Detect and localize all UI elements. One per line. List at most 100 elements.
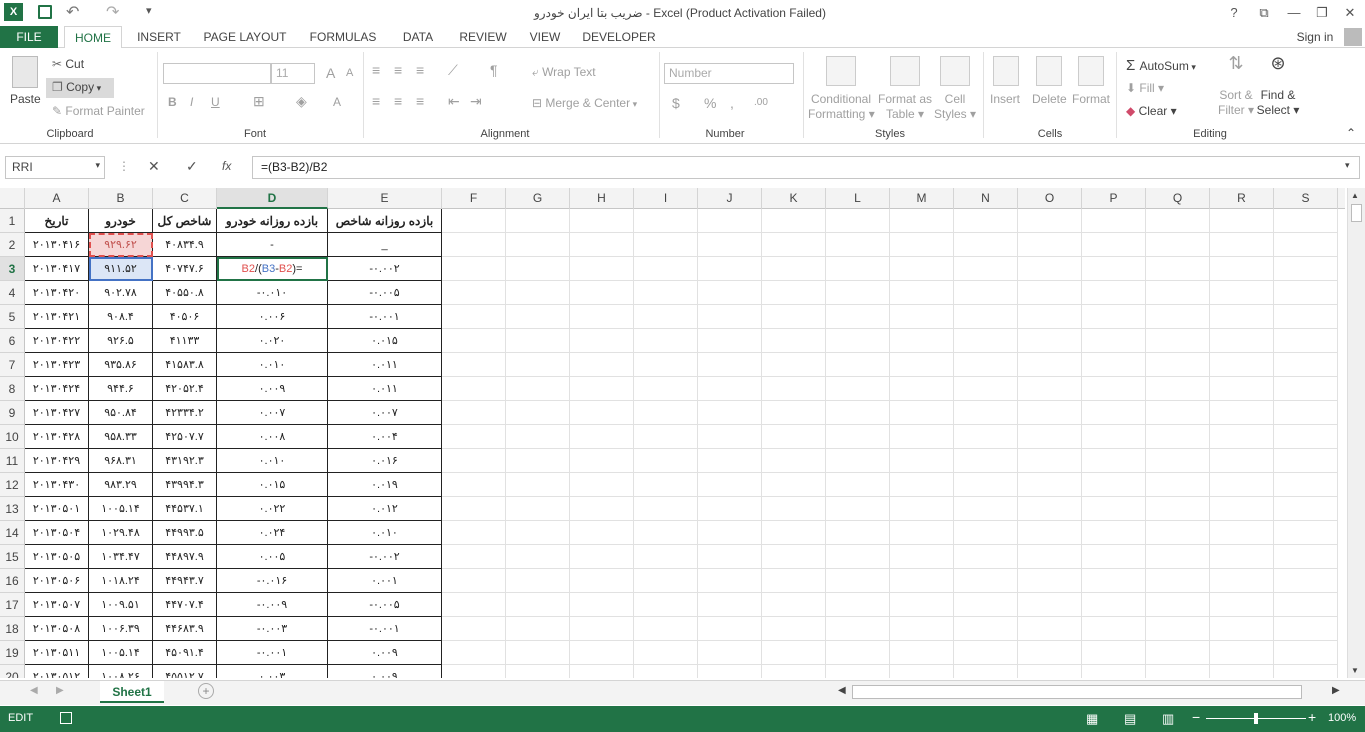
header-cell-d[interactable]: بازده روزانه خودرو bbox=[217, 209, 328, 233]
find-select-button[interactable]: ⊛ Find & Select ▾ bbox=[1256, 54, 1300, 118]
paste-icon[interactable] bbox=[12, 56, 38, 88]
grow-font-button[interactable]: A bbox=[326, 65, 335, 81]
cell-c11[interactable]: ۴۳۱۹۲.۳ bbox=[153, 449, 217, 473]
cell-b11[interactable]: ۹۶۸.۳۱ bbox=[89, 449, 153, 473]
cell-b4[interactable]: ۹۰۲.۷۸ bbox=[89, 281, 153, 305]
cell-e5[interactable]: -۰.۰۰۱ bbox=[328, 305, 442, 329]
cell-e8[interactable]: ۰.۰۱۱ bbox=[328, 377, 442, 401]
cell-b18[interactable]: ۱۰۰۶.۳۹ bbox=[89, 617, 153, 641]
header-cell-a[interactable]: تاریخ bbox=[25, 209, 89, 233]
shrink-font-button[interactable]: A bbox=[346, 67, 353, 79]
cell-a16[interactable]: ۲۰۱۳۰۵۰۶ bbox=[25, 569, 89, 593]
insert-function-icon[interactable]: fx bbox=[222, 159, 231, 173]
undo-icon[interactable]: ↶ bbox=[66, 2, 79, 22]
tab-file[interactable]: FILE bbox=[0, 26, 58, 48]
cell-e16[interactable]: ۰.۰۰۱ bbox=[328, 569, 442, 593]
cell-c3[interactable]: ۴۰۷۴۷.۶ bbox=[153, 257, 217, 281]
cell-b6[interactable]: ۹۲۶.۵ bbox=[89, 329, 153, 353]
cell-a8[interactable]: ۲۰۱۳۰۴۲۴ bbox=[25, 377, 89, 401]
cell-c13[interactable]: ۴۴۵۳۷.۱ bbox=[153, 497, 217, 521]
cell-d7[interactable]: ۰.۰۱۰ bbox=[217, 353, 328, 377]
cell-b3[interactable]: ۹۱۱.۵۲ bbox=[89, 257, 153, 281]
cell-b9[interactable]: ۹۵۰.۸۴ bbox=[89, 401, 153, 425]
sheet-tab-sheet1[interactable]: Sheet1 bbox=[100, 681, 164, 703]
format-as-table-button[interactable]: Format as Table ▾ bbox=[876, 92, 934, 122]
cell-c15[interactable]: ۴۴۸۹۷.۹ bbox=[153, 545, 217, 569]
header-cell-c[interactable]: شاخص کل bbox=[153, 209, 217, 233]
cell-d15[interactable]: ۰.۰۰۵ bbox=[217, 545, 328, 569]
cell-e17[interactable]: -۰.۰۰۵ bbox=[328, 593, 442, 617]
delete-cells-icon[interactable] bbox=[1036, 56, 1062, 86]
cell-d12[interactable]: ۰.۰۱۵ bbox=[217, 473, 328, 497]
format-as-table-icon[interactable] bbox=[890, 56, 920, 86]
cell-a19[interactable]: ۲۰۱۳۰۵۱۱ bbox=[25, 641, 89, 665]
cell-b5[interactable]: ۹۰۸.۴ bbox=[89, 305, 153, 329]
cell-a13[interactable]: ۲۰۱۳۰۵۰۱ bbox=[25, 497, 89, 521]
cell-d19[interactable]: -۰.۰۰۱ bbox=[217, 641, 328, 665]
row-header-8[interactable]: 8 bbox=[0, 377, 25, 401]
cell-e18[interactable]: -۰.۰۰۱ bbox=[328, 617, 442, 641]
scroll-thumb[interactable] bbox=[1351, 204, 1362, 222]
normal-view-icon[interactable]: ▦ bbox=[1086, 711, 1098, 727]
cell-a3[interactable]: ۲۰۱۳۰۴۱۷ bbox=[25, 257, 89, 281]
paste-button[interactable]: Paste bbox=[10, 92, 41, 106]
collapse-ribbon-icon[interactable]: ⌃ bbox=[1346, 126, 1356, 140]
cell-c4[interactable]: ۴۰۵۵۰.۸ bbox=[153, 281, 217, 305]
cell-d5[interactable]: ۰.۰۰۶ bbox=[217, 305, 328, 329]
cell-e13[interactable]: ۰.۰۱۲ bbox=[328, 497, 442, 521]
vertical-scrollbar[interactable]: ▲ ▼ bbox=[1347, 188, 1365, 678]
decimal-button[interactable]: .00 bbox=[754, 97, 768, 108]
enter-icon[interactable]: ✓ bbox=[186, 158, 198, 175]
row-header-16[interactable]: 16 bbox=[0, 569, 25, 593]
cell-a11[interactable]: ۲۰۱۳۰۴۲۹ bbox=[25, 449, 89, 473]
cell-d4[interactable]: -۰.۰۱۰ bbox=[217, 281, 328, 305]
tab-home[interactable]: HOME bbox=[64, 26, 122, 49]
close-icon[interactable]: ✕ bbox=[1338, 3, 1362, 23]
macro-record-icon[interactable] bbox=[60, 712, 72, 724]
row-header-10[interactable]: 10 bbox=[0, 425, 25, 449]
align-top-icon[interactable]: ≡ bbox=[372, 62, 380, 78]
cell-c5[interactable]: ۴۰۵۰۶ bbox=[153, 305, 217, 329]
cell-b2[interactable]: ۹۲۹.۶۲ bbox=[89, 233, 153, 257]
cell-d18[interactable]: -۰.۰۰۳ bbox=[217, 617, 328, 641]
zoom-out-icon[interactable]: − bbox=[1192, 709, 1200, 725]
worksheet-grid[interactable]: ABCDEFGHIJKLMNOPQRS 1 2 3 4 5 6 7 8 9 10 11 12 13 14 1… bbox=[0, 188, 1345, 678]
row-header-15[interactable]: 15 bbox=[0, 545, 25, 569]
scroll-down-icon[interactable]: ▼ bbox=[1351, 666, 1359, 675]
cell-d8[interactable]: ۰.۰۰۹ bbox=[217, 377, 328, 401]
minimize-icon[interactable]: — bbox=[1282, 3, 1306, 23]
row-header-13[interactable]: 13 bbox=[0, 497, 25, 521]
cell-d9[interactable]: ۰.۰۰۷ bbox=[217, 401, 328, 425]
cell-b17[interactable]: ۱۰۰۹.۵۱ bbox=[89, 593, 153, 617]
cell-b7[interactable]: ۹۳۵.۸۶ bbox=[89, 353, 153, 377]
cell-a14[interactable]: ۲۰۱۳۰۵۰۴ bbox=[25, 521, 89, 545]
row-header-1[interactable]: 1 bbox=[0, 209, 25, 233]
cell-a12[interactable]: ۲۰۱۳۰۴۳۰ bbox=[25, 473, 89, 497]
cell-a20[interactable]: ۲۰۱۳۰۵۱۲ bbox=[25, 665, 89, 678]
cell-a6[interactable]: ۲۰۱۳۰۴۲۲ bbox=[25, 329, 89, 353]
align-left-icon[interactable]: ≡ bbox=[372, 93, 380, 109]
borders-icon[interactable]: ⊞ bbox=[253, 93, 265, 110]
cell-e14[interactable]: ۰.۰۱۰ bbox=[328, 521, 442, 545]
insert-cells-button[interactable]: Insert bbox=[990, 92, 1020, 106]
cell-b20[interactable]: ۱۰۰۸.۲۶ bbox=[89, 665, 153, 678]
zoom-thumb[interactable] bbox=[1254, 713, 1258, 724]
cell-c6[interactable]: ۴۱۱۳۳ bbox=[153, 329, 217, 353]
cell-e2[interactable]: _ bbox=[328, 233, 442, 257]
cell-e7[interactable]: ۰.۰۱۱ bbox=[328, 353, 442, 377]
cell-e12[interactable]: ۰.۰۱۹ bbox=[328, 473, 442, 497]
italic-button[interactable]: I bbox=[190, 95, 193, 109]
currency-button[interactable]: $ bbox=[672, 95, 680, 111]
cell-b12[interactable]: ۹۸۳.۲۹ bbox=[89, 473, 153, 497]
merge-center-button[interactable]: ⊟ Merge & Center ▾ bbox=[532, 96, 637, 110]
hscroll-right-icon[interactable]: ▶ bbox=[1332, 685, 1340, 696]
align-center-icon[interactable]: ≡ bbox=[394, 93, 402, 109]
cell-a5[interactable]: ۲۰۱۳۰۴۲۱ bbox=[25, 305, 89, 329]
cell-b19[interactable]: ۱۰۰۵.۱۴ bbox=[89, 641, 153, 665]
row-header-4[interactable]: 4 bbox=[0, 281, 25, 305]
cell-b14[interactable]: ۱۰۲۹.۴۸ bbox=[89, 521, 153, 545]
row-header-19[interactable]: 19 bbox=[0, 641, 25, 665]
cell-a10[interactable]: ۲۰۱۳۰۴۲۸ bbox=[25, 425, 89, 449]
cell-c8[interactable]: ۴۲۰۵۲.۴ bbox=[153, 377, 217, 401]
horizontal-scroll-thumb[interactable] bbox=[852, 685, 1302, 699]
